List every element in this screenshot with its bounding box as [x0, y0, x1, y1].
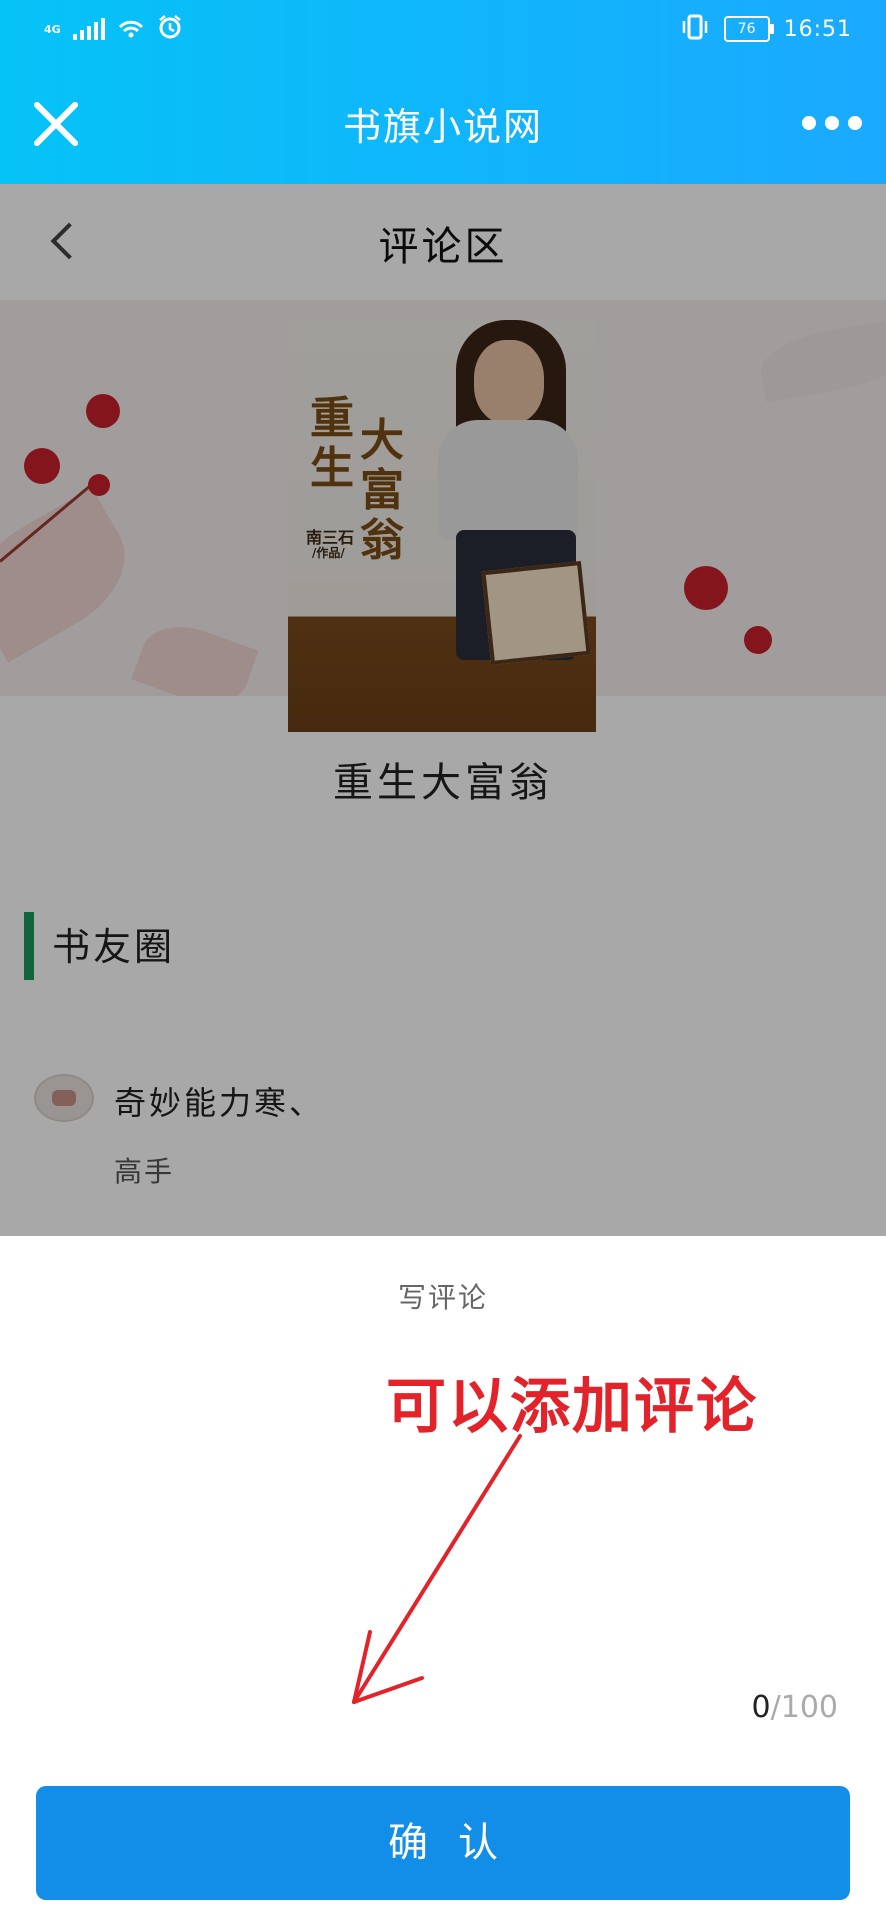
vibrate-icon [680, 14, 710, 44]
app-bar: 书旗小说网 [0, 62, 886, 184]
app-title: 书旗小说网 [342, 105, 543, 149]
wifi-icon [117, 15, 145, 43]
annotation-arrow-icon [352, 1434, 522, 1704]
char-count-max: 100 [780, 1690, 838, 1725]
char-count-current: 0 [751, 1690, 771, 1725]
signal-icon [72, 18, 105, 40]
sheet-title: 写评论 [397, 1281, 488, 1314]
status-left: 4G [44, 14, 183, 44]
modal-overlay[interactable] [0, 184, 886, 1236]
battery-icon: 76 [723, 16, 774, 42]
status-bar: 4G 76 16:51 [0, 0, 886, 62]
confirm-button[interactable]: 确认 [36, 1786, 850, 1900]
char-count-separator: / [770, 1690, 781, 1725]
status-right: 76 16:51 [680, 14, 852, 44]
more-menu-icon[interactable] [802, 116, 862, 130]
write-comment-sheet: 写评论 可以添加评论 0/100 确认 [0, 1236, 886, 1920]
alarm-icon [157, 14, 183, 44]
network-type: 4G [44, 22, 61, 36]
char-counter: 0/100 [752, 1690, 838, 1725]
clock: 16:51 [783, 16, 852, 42]
